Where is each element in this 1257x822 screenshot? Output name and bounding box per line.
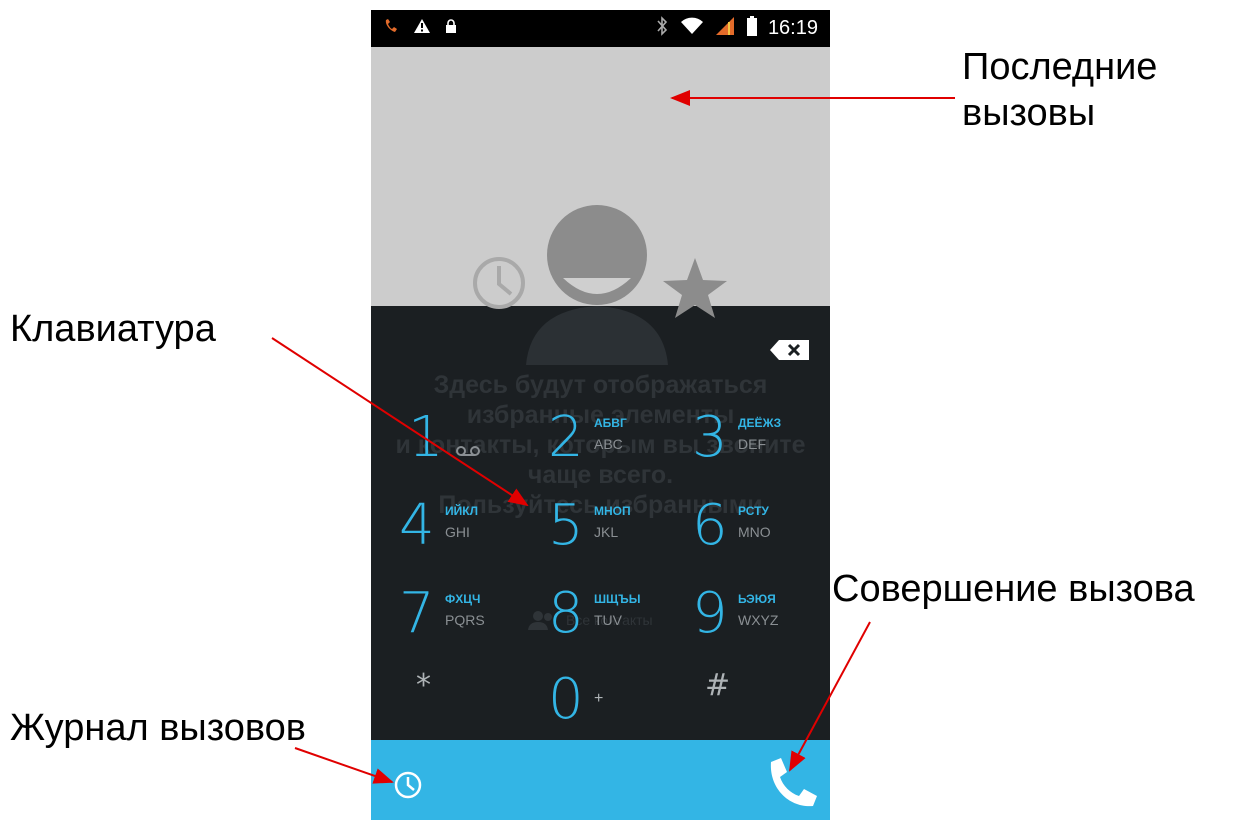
key-cyrillic-letters: ДЕЁЖЗ — [738, 416, 782, 430]
key-1[interactable]: 1 — [408, 410, 548, 480]
callout-keyboard: Клавиатура — [10, 308, 216, 350]
warning-icon — [413, 18, 431, 39]
key-plus: + — [594, 690, 604, 707]
wifi-icon — [680, 17, 704, 40]
status-bar: 16:19 — [371, 10, 830, 47]
status-bar-right: 16:19 — [654, 10, 818, 47]
callout-make-call: Совершение вызова — [832, 568, 1195, 610]
key-6[interactable]: 6 РСТУ MNO — [692, 498, 830, 568]
key-digit: 1 — [408, 405, 444, 470]
annotated-screenshot: 16:19 Здесь будут отображаться избранные… — [0, 0, 1257, 822]
key-cyrillic-letters: ШЩЪЫ — [594, 592, 641, 606]
callout-recent-calls-line2: вызовы — [962, 92, 1096, 134]
key-latin-letters: DEF — [738, 436, 766, 452]
callout-recent-calls: Последние вызовы — [962, 44, 1157, 136]
key-symbol: * — [416, 668, 431, 703]
dialer-action-bar — [371, 740, 830, 820]
recent-calls-area[interactable] — [371, 47, 830, 306]
key-digit: 3 — [692, 405, 728, 470]
lock-icon — [445, 19, 457, 38]
callout-recent-calls-line1: Последние — [962, 46, 1158, 88]
key-latin-letters: GHI — [445, 524, 470, 540]
key-9[interactable]: 9 ЬЭЮЯ WXYZ — [692, 586, 830, 656]
signal-icon — [714, 16, 736, 41]
battery-icon — [746, 16, 758, 41]
key-digit: 4 — [399, 493, 435, 558]
phone-icon — [770, 758, 817, 807]
voicemail-icon — [456, 444, 480, 462]
key-cyrillic-letters: ЬЭЮЯ — [738, 592, 776, 606]
key-latin-letters: MNO — [738, 524, 771, 540]
key-digit: 7 — [399, 581, 435, 646]
key-digit: 2 — [548, 405, 584, 470]
key-star[interactable]: * — [416, 668, 556, 738]
key-latin-letters: WXYZ — [738, 612, 779, 628]
clock-icon — [394, 771, 422, 799]
call-log-button[interactable] — [393, 770, 423, 800]
key-8[interactable]: 8 ШЩЪЫ TUV — [548, 586, 688, 656]
key-latin-letters: JKL — [594, 524, 619, 540]
key-digit: 0 — [548, 667, 584, 732]
key-digit: 5 — [548, 493, 584, 558]
key-digit: 8 — [548, 581, 584, 646]
key-2[interactable]: 2 АБВГ ABC — [548, 410, 688, 480]
key-0[interactable]: 0 + — [548, 672, 688, 742]
key-cyrillic-letters: МНОП — [594, 504, 631, 518]
key-latin-letters: ABC — [594, 436, 623, 452]
key-cyrillic-letters: ИЙКЛ — [445, 504, 478, 518]
key-digit: 9 — [692, 581, 728, 646]
missed-call-icon — [383, 18, 399, 39]
call-button[interactable] — [759, 754, 821, 816]
backspace-button[interactable] — [769, 339, 811, 361]
key-4[interactable]: 4 ИЙКЛ GHI — [399, 498, 539, 568]
key-5[interactable]: 5 МНОП JKL — [548, 498, 688, 568]
key-latin-letters: TUV — [594, 612, 622, 628]
key-cyrillic-letters: РСТУ — [738, 504, 769, 518]
key-digit: 6 — [692, 493, 728, 558]
key-7[interactable]: 7 ФХЦЧ PQRS — [399, 586, 539, 656]
callout-call-log: Журнал вызовов — [10, 707, 306, 749]
key-symbol: # — [705, 668, 731, 703]
key-hash[interactable]: # — [705, 668, 830, 738]
key-cyrillic-letters: ФХЦЧ — [445, 592, 481, 606]
status-bar-left — [383, 10, 457, 47]
bluetooth-icon — [654, 16, 670, 41]
key-latin-letters: PQRS — [445, 612, 485, 628]
phone-screen: 16:19 Здесь будут отображаться избранные… — [371, 10, 830, 820]
backspace-icon — [770, 340, 809, 360]
status-time: 16:19 — [767, 17, 818, 39]
key-3[interactable]: 3 ДЕЁЖЗ DEF — [692, 410, 830, 480]
key-cyrillic-letters: АБВГ — [594, 416, 627, 430]
